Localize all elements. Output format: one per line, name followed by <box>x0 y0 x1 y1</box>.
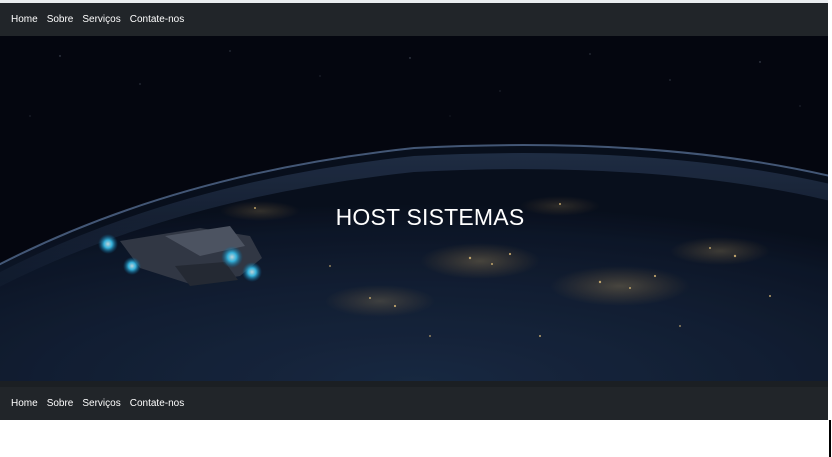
nav-link-sobre[interactable]: Sobre <box>47 14 74 25</box>
nav-link-servicos[interactable]: Serviços <box>82 398 120 409</box>
nav-link-servicos[interactable]: Serviços <box>82 14 120 25</box>
nav-link-sobre[interactable]: Sobre <box>47 398 74 409</box>
hero-title: HOST SISTEMAS <box>335 204 525 230</box>
nav-link-contate-nos[interactable]: Contate-nos <box>130 398 184 409</box>
top-navbar: Home Sobre Serviços Contate-nos <box>0 3 828 36</box>
scrollbar-gutter[interactable] <box>828 0 832 457</box>
nav-link-home[interactable]: Home <box>11 398 38 409</box>
nav-link-home[interactable]: Home <box>11 14 38 25</box>
nav-link-contate-nos[interactable]: Contate-nos <box>130 14 184 25</box>
window-edge <box>829 420 831 457</box>
hero-banner: HOST SISTEMAS <box>0 36 828 381</box>
bottom-navbar: Home Sobre Serviços Contate-nos <box>0 387 828 420</box>
